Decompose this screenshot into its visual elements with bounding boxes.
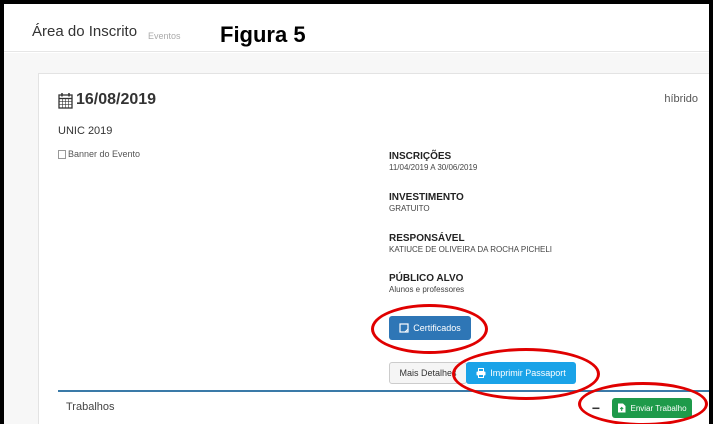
collapse-button[interactable]: − xyxy=(588,400,604,416)
print-icon xyxy=(476,368,486,378)
breadcrumb-eventos[interactable]: Eventos xyxy=(148,31,181,41)
certificados-label: Certificados xyxy=(413,323,461,333)
publico-block: PÚBLICO ALVO Alunos e professores xyxy=(389,273,464,294)
section-divider xyxy=(58,390,709,392)
calendar-icon xyxy=(58,92,73,109)
investimento-label: INVESTIMENTO xyxy=(389,192,464,203)
event-modality: híbrido xyxy=(664,93,698,105)
figure-label: Figura 5 xyxy=(220,22,306,47)
broken-image-icon xyxy=(58,149,66,159)
imprimir-label: Imprimir Passaport xyxy=(490,368,566,378)
imprimir-passaport-button[interactable]: Imprimir Passaport xyxy=(466,362,576,384)
inscricoes-value: 11/04/2019 A 30/06/2019 xyxy=(389,163,478,172)
top-bar: Área do Inscrito Eventos Figura 5 xyxy=(4,4,709,52)
mais-detalhes-button[interactable]: Mais Detalhes xyxy=(389,362,467,384)
certificados-button[interactable]: Certificados xyxy=(389,316,471,340)
minus-icon: − xyxy=(591,400,601,416)
responsavel-block: RESPONSÁVEL KATIUCE DE OLIVEIRA DA ROCHA… xyxy=(389,233,552,254)
responsavel-value: KATIUCE DE OLIVEIRA DA ROCHA PICHELI xyxy=(389,245,553,254)
certificate-icon xyxy=(399,323,409,333)
event-date-row: 16/08/2019 xyxy=(58,91,156,109)
investimento-value: GRATUITO xyxy=(389,204,430,213)
event-date: 16/08/2019 xyxy=(76,91,157,108)
publico-value: Alunos e professores xyxy=(389,285,465,294)
investimento-block: INVESTIMENTO GRATUITO xyxy=(389,192,464,213)
page-title: Área do Inscrito xyxy=(32,23,138,40)
enviar-trabalho-label: Enviar Trabalho xyxy=(630,403,687,413)
inscricoes-label: INSCRIÇÕES xyxy=(389,151,452,162)
screenshot-frame-right xyxy=(709,0,713,424)
inscricoes-block: INSCRIÇÕES 11/04/2019 A 30/06/2019 xyxy=(389,151,477,172)
enviar-trabalho-button[interactable]: Enviar Trabalho xyxy=(612,398,692,418)
mais-detalhes-label: Mais Detalhes xyxy=(399,368,457,378)
trabalhos-section-title: Trabalhos xyxy=(66,401,115,413)
event-panel xyxy=(38,73,709,424)
event-name: UNIC 2019 xyxy=(58,125,113,137)
banner-alt-text: Banner do Evento xyxy=(68,149,141,159)
responsavel-label: RESPONSÁVEL xyxy=(389,233,465,244)
publico-label: PÚBLICO ALVO xyxy=(389,273,464,284)
event-banner-image: Banner do Evento xyxy=(58,149,140,159)
file-upload-icon xyxy=(618,403,626,413)
